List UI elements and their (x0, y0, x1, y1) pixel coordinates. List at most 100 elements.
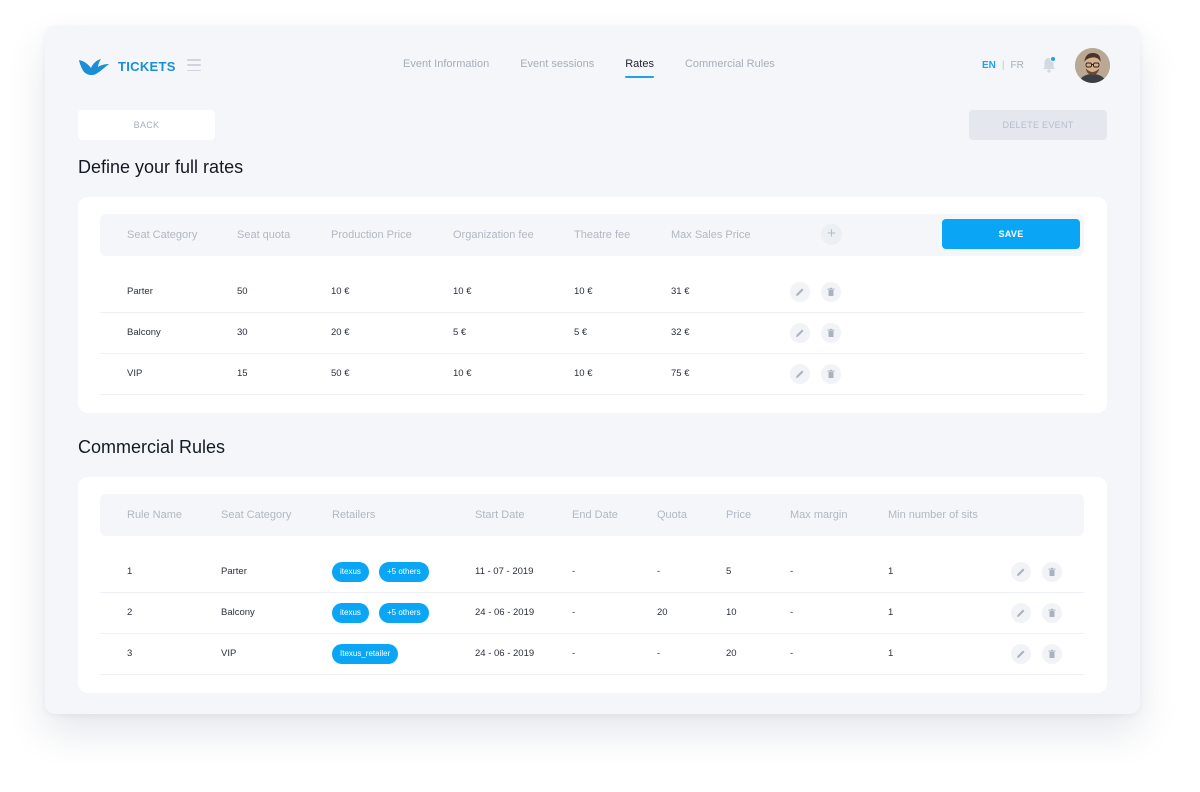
trash-icon (1048, 608, 1056, 617)
edit-button[interactable] (790, 323, 810, 343)
col-min-number-of-sits: Min number of sits (888, 509, 978, 521)
col-quota: Quota (657, 509, 687, 521)
trash-icon (1048, 649, 1056, 658)
col-rule-name: Rule Name (127, 509, 183, 521)
bird-logo-icon (79, 59, 109, 76)
tab-event-information[interactable]: Event Information (403, 58, 489, 76)
avatar[interactable] (1075, 48, 1110, 83)
commercial-rules-card: Rule Name Seat Category Retailers Start … (78, 477, 1107, 693)
cell-organization-fee: 10 € (453, 368, 472, 379)
cell-quota: - (657, 566, 661, 577)
cell-quota: - (657, 648, 661, 659)
table-row: Balcony 30 20 € 5 € 5 € 32 € (100, 313, 1084, 354)
cell-seat-quota: 30 (237, 327, 248, 338)
col-retailers: Retailers (332, 509, 376, 521)
cell-price: 5 (726, 566, 732, 577)
cell-seat-category: VIP (221, 648, 237, 659)
col-price: Price (726, 509, 752, 521)
retailer-more-chip[interactable]: +5 others (379, 603, 429, 623)
lang-fr[interactable]: FR (1011, 60, 1024, 71)
trash-icon (827, 369, 835, 378)
cell-max-margin: - (790, 648, 794, 659)
cell-price: 10 (726, 607, 737, 618)
col-end-date: End Date (572, 509, 618, 521)
logo-text: TICKETS (118, 58, 176, 74)
cell-seat-category: Balcony (127, 327, 161, 338)
cell-production-price: 20 € (331, 327, 350, 338)
delete-button[interactable] (1042, 562, 1062, 582)
delete-button[interactable] (821, 323, 841, 343)
edit-button[interactable] (1011, 562, 1031, 582)
cell-organization-fee: 5 € (453, 327, 467, 338)
cell-seat-category: VIP (127, 368, 143, 379)
cell-production-price: 50 € (331, 368, 350, 379)
rates-card: Seat Category Seat quota Production Pric… (78, 197, 1107, 413)
cell-rule-name: 3 (127, 648, 133, 659)
cell-theatre-fee: 10 € (574, 368, 593, 379)
cell-price: 20 (726, 648, 737, 659)
retailer-chip[interactable]: itexus (332, 603, 369, 623)
save-button[interactable]: SAVE (942, 219, 1080, 249)
edit-button[interactable] (1011, 603, 1031, 623)
table-row: 1 Parter itexus +5 others 11 - 07 - 2019… (100, 552, 1084, 593)
cell-production-price: 10 € (331, 286, 350, 297)
col-theatre-fee: Theatre fee (574, 229, 631, 241)
col-max-margin: Max margin (790, 509, 848, 521)
pencil-icon (796, 288, 804, 296)
table-row: 2 Balcony itexus +5 others 24 - 06 - 201… (100, 593, 1084, 634)
col-seat-category: Seat Category (127, 229, 198, 241)
cell-quota: 20 (657, 607, 668, 618)
commercial-table-header: Rule Name Seat Category Retailers Start … (100, 494, 1084, 536)
cell-min-number-of-sits: 1 (888, 607, 894, 618)
lang-en[interactable]: EN (982, 60, 996, 71)
pencil-icon (796, 370, 804, 378)
trash-icon (1048, 567, 1056, 576)
cell-max-margin: - (790, 566, 794, 577)
col-seat-category: Seat Category (221, 509, 292, 521)
rates-table-header: Seat Category Seat quota Production Pric… (100, 214, 1084, 256)
cell-theatre-fee: 10 € (574, 286, 593, 297)
logo[interactable]: TICKETS (78, 55, 176, 77)
cell-rule-name: 1 (127, 566, 133, 577)
pencil-icon (796, 329, 804, 337)
edit-button[interactable] (790, 282, 810, 302)
cell-seat-category: Parter (221, 566, 247, 577)
edit-button[interactable] (790, 364, 810, 384)
table-row: VIP 15 50 € 10 € 10 € 75 € (100, 354, 1084, 395)
main-nav: Event Information Event sessions Rates C… (403, 58, 806, 78)
trash-icon (827, 287, 835, 296)
delete-button[interactable] (1042, 644, 1062, 664)
tab-commercial-rules[interactable]: Commercial Rules (685, 58, 775, 76)
cell-start-date: 11 - 07 - 2019 (475, 566, 534, 577)
delete-event-button[interactable]: DELETE EVENT (969, 110, 1107, 140)
table-row: 3 VIP Itexus_retailer 24 - 06 - 2019 - -… (100, 634, 1084, 675)
cell-seat-category: Parter (127, 286, 153, 297)
delete-button[interactable] (1042, 603, 1062, 623)
language-switcher: EN | FR (982, 60, 1024, 71)
back-button[interactable]: BACK (78, 110, 215, 140)
trash-icon (827, 328, 835, 337)
cell-max-sales-price: 75 € (671, 368, 690, 379)
col-production-price: Production Price (331, 229, 412, 241)
edit-button[interactable] (1011, 644, 1031, 664)
tab-event-sessions[interactable]: Event sessions (520, 58, 594, 76)
retailer-chip[interactable]: Itexus_retailer (332, 644, 399, 664)
cell-min-number-of-sits: 1 (888, 566, 894, 577)
delete-button[interactable] (821, 364, 841, 384)
retailer-chip[interactable]: itexus (332, 562, 369, 582)
user-photo-icon (1075, 48, 1110, 83)
add-rate-button[interactable]: + (821, 224, 842, 245)
cell-min-number-of-sits: 1 (888, 648, 894, 659)
cell-max-margin: - (790, 607, 794, 618)
tab-rates[interactable]: Rates (625, 58, 654, 78)
lang-separator: | (1001, 60, 1005, 71)
pencil-icon (1017, 568, 1025, 576)
col-seat-quota: Seat quota (237, 229, 291, 241)
retailer-more-chip[interactable]: +5 others (379, 562, 429, 582)
cell-max-sales-price: 31 € (671, 286, 690, 297)
delete-button[interactable] (821, 282, 841, 302)
cell-start-date: 24 - 06 - 2019 (475, 607, 535, 618)
col-start-date: Start Date (475, 509, 525, 521)
commercial-rules-title: Commercial Rules (78, 437, 226, 457)
menu-icon[interactable] (187, 59, 201, 71)
